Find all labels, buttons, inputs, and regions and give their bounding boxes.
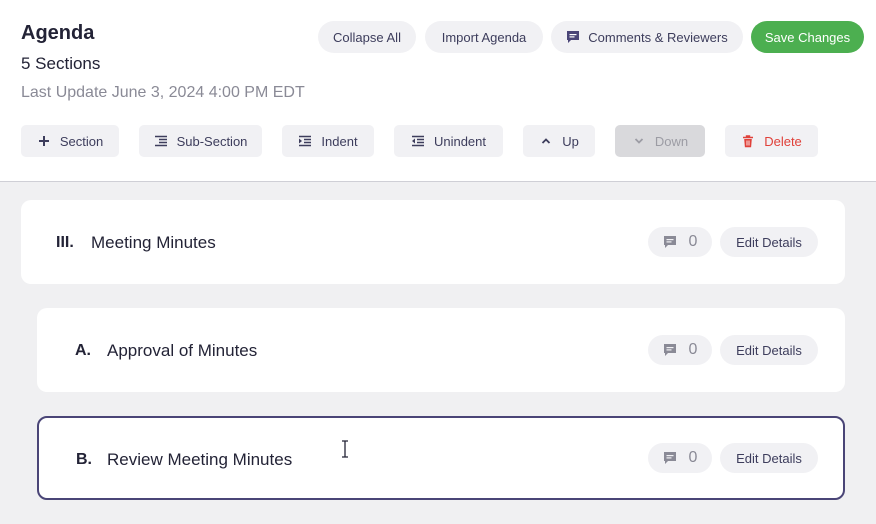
edit-details-button[interactable]: Edit Details — [720, 227, 818, 257]
edit-details-label: Edit Details — [736, 234, 802, 250]
indent-icon — [298, 134, 312, 148]
comment-icon — [663, 343, 677, 357]
comment-icon — [663, 235, 677, 249]
sub-section-icon — [154, 134, 168, 148]
item-title: Review Meeting Minutes — [107, 450, 293, 469]
unindent-button[interactable]: Unindent — [394, 125, 503, 157]
comment-count-pill[interactable]: 0 — [648, 335, 712, 365]
collapse-all-button[interactable]: Collapse All — [318, 21, 416, 53]
edit-details-label: Edit Details — [736, 342, 802, 358]
edit-details-label: Edit Details — [736, 450, 802, 466]
add-section-button[interactable]: Section — [21, 125, 119, 157]
last-update-text: Last Update June 3, 2024 4:00 PM EDT — [21, 84, 305, 101]
unindent-label: Unindent — [433, 133, 487, 149]
comment-icon — [663, 451, 677, 465]
text-cursor-icon — [342, 440, 348, 458]
chevron-down-icon — [632, 134, 646, 148]
import-agenda-button[interactable]: Import Agenda — [425, 21, 543, 53]
delete-label: Delete — [764, 133, 802, 149]
comments-reviewers-button[interactable]: Comments & Reviewers — [551, 21, 743, 53]
move-down-button[interactable]: Down — [615, 125, 705, 157]
comment-icon — [566, 30, 580, 44]
comment-count: 0 — [688, 341, 698, 358]
comment-count-pill[interactable]: 0 — [648, 443, 712, 473]
plus-icon — [37, 134, 51, 148]
trash-icon — [741, 134, 755, 148]
agenda-header: Agenda 5 Sections Last Update June 3, 20… — [0, 0, 876, 182]
up-label: Up — [562, 133, 579, 149]
page-title: Agenda — [21, 22, 95, 44]
section-label: Section — [59, 133, 104, 149]
item-title: Approval of Minutes — [107, 341, 258, 360]
edit-details-button[interactable]: Edit Details — [720, 335, 818, 365]
item-number: III. — [56, 234, 74, 251]
comment-count-pill[interactable]: 0 — [648, 227, 712, 257]
agenda-item[interactable]: III. Meeting Minutes 0 Edit Details — [21, 200, 845, 284]
item-number: B. — [76, 451, 92, 468]
down-label: Down — [654, 133, 689, 149]
section-count: 5 Sections — [21, 54, 101, 73]
save-changes-label: Save Changes — [764, 29, 851, 45]
indent-label: Indent — [321, 133, 358, 149]
agenda-item-selected[interactable]: B. Review Meeting Minutes 0 Edit Details — [37, 416, 845, 500]
import-agenda-label: Import Agenda — [441, 29, 527, 45]
agenda-item[interactable]: A. Approval of Minutes 0 Edit Details — [37, 308, 845, 392]
delete-button[interactable]: Delete — [725, 125, 818, 157]
comment-count: 0 — [688, 233, 698, 250]
add-sub-section-button[interactable]: Sub-Section — [139, 125, 262, 157]
move-up-button[interactable]: Up — [523, 125, 595, 157]
unindent-icon — [411, 134, 425, 148]
item-title: Meeting Minutes — [91, 233, 216, 252]
indent-button[interactable]: Indent — [282, 125, 374, 157]
save-changes-button[interactable]: Save Changes — [751, 21, 864, 53]
sub-section-label: Sub-Section — [176, 133, 248, 149]
chevron-up-icon — [539, 134, 553, 148]
collapse-all-label: Collapse All — [333, 29, 401, 45]
comment-count: 0 — [688, 449, 698, 466]
comments-reviewers-label: Comments & Reviewers — [588, 29, 728, 45]
edit-details-button[interactable]: Edit Details — [720, 443, 818, 473]
item-number: A. — [75, 342, 91, 359]
